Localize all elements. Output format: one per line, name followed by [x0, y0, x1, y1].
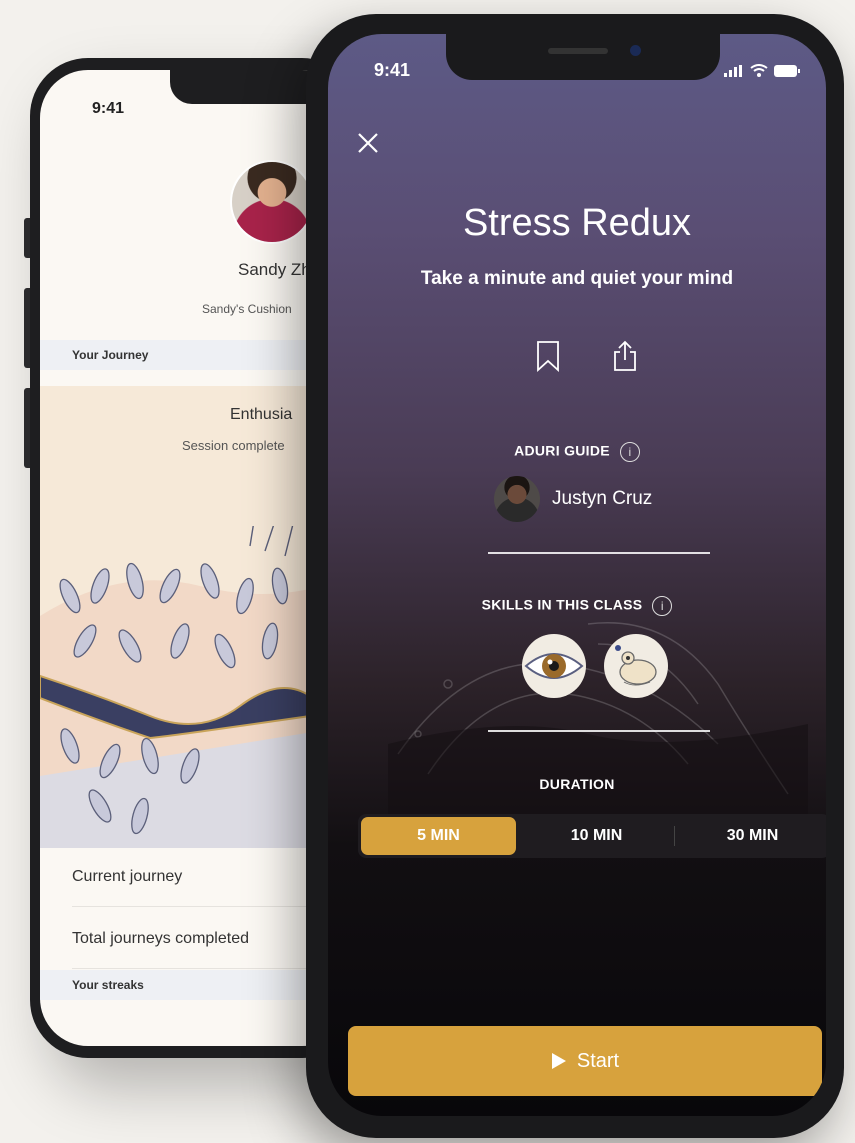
profile-cushion: Sandy's Cushion	[202, 302, 292, 316]
journey-panel[interactable]: Enthusia Session complete	[40, 386, 350, 848]
divider	[488, 730, 710, 732]
camera	[630, 45, 641, 56]
status-icons	[724, 64, 800, 77]
duration-option-30-min[interactable]: 30 MIN	[675, 814, 826, 858]
info-icon[interactable]: i	[652, 596, 673, 616]
duration-option-10-min[interactable]: 10 MIN	[519, 814, 674, 858]
battery-icon	[774, 65, 800, 77]
side-button	[24, 388, 30, 468]
front-phone: 9:41 Stress Redux Take a minute and quie…	[306, 14, 844, 1138]
start-label: Start	[576, 1049, 620, 1072]
section-header-journey: Your Journey	[40, 340, 350, 370]
back-screen: 9:41 Sandy Zh Sandy's Cushion Your Journ…	[40, 70, 350, 1046]
guide-row[interactable]: Justyn Cruz	[494, 476, 652, 522]
duration-selector[interactable]: 5 MIN 10 MIN 30 MIN	[358, 814, 826, 858]
front-screen: 9:41 Stress Redux Take a minute and quie…	[328, 34, 826, 1116]
action-icons	[536, 340, 638, 372]
section-header-streaks: Your streaks	[40, 970, 350, 1000]
guide-label: ADURI GUIDE	[514, 442, 610, 459]
speaker	[548, 48, 608, 54]
guide-label-row: ADURI GUIDE i	[328, 442, 826, 462]
signal-icon	[724, 65, 742, 77]
side-button	[24, 288, 30, 368]
info-icon[interactable]: i	[619, 442, 640, 462]
side-button	[24, 218, 30, 258]
play-icon	[551, 1053, 566, 1069]
journey-illustration	[40, 526, 350, 848]
notch	[446, 34, 720, 80]
skills-label: SKILLS IN THIS CLASS	[481, 596, 643, 613]
journey-title: Enthusia	[230, 406, 293, 423]
duration-option-5-min[interactable]: 5 MIN	[361, 817, 516, 855]
divider	[488, 552, 710, 554]
status-time: 9:41	[92, 100, 125, 117]
status-time: 9:41	[374, 60, 411, 80]
skills-label-row: SKILLS IN THIS CLASS i	[328, 596, 826, 616]
duration-label: DURATION	[539, 776, 615, 792]
profile-avatar[interactable]	[230, 160, 314, 244]
class-subtitle: Take a minute and quiet your mind	[420, 268, 734, 289]
skill-frog-icon[interactable]	[604, 634, 668, 698]
bookmark-icon[interactable]	[536, 340, 560, 372]
profile-name: Sandy Zh	[238, 260, 311, 279]
share-icon[interactable]	[612, 340, 638, 372]
guide-avatar	[494, 476, 540, 522]
start-button[interactable]: Start	[348, 1026, 822, 1096]
journey-subtitle: Session complete	[182, 438, 285, 453]
skill-eye-icon[interactable]	[522, 634, 586, 698]
class-title: Stress Redux	[462, 202, 692, 244]
wifi-icon	[750, 64, 768, 77]
guide-name: Justyn Cruz	[552, 488, 653, 509]
close-icon[interactable]	[356, 128, 386, 158]
